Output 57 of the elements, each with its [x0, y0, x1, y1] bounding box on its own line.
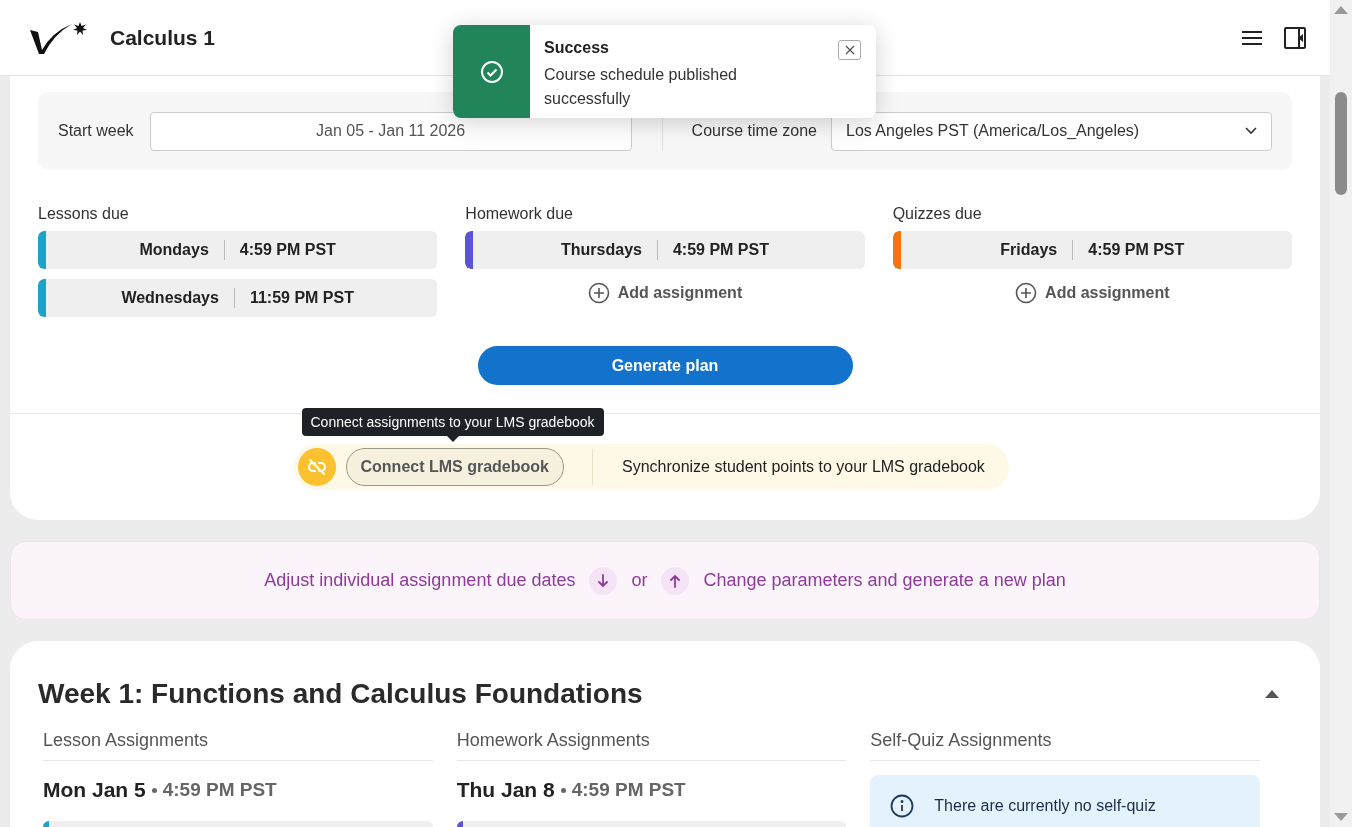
tooltip: Connect assignments to your LMS gradebook	[301, 408, 604, 442]
lms-description: Synchronize student points to your LMS gradebook	[621, 457, 985, 477]
caret-up-icon[interactable]	[1264, 689, 1280, 699]
start-week-label: Start week	[58, 121, 134, 141]
due-date: Thu Jan 8	[456, 777, 555, 804]
due-time: 4:59 PM PST	[571, 777, 686, 802]
due-slot[interactable]: Fridays 4:59 PM PST	[892, 231, 1292, 269]
add-assignment-button[interactable]: Add assignment	[1015, 279, 1170, 307]
due-day: Thursdays	[561, 238, 642, 262]
column-heading: Lesson Assignments	[43, 727, 433, 761]
course-title: Calculus 1	[110, 24, 216, 51]
due-time: 4:59 PM PST	[162, 777, 277, 802]
chevron-down-icon	[1245, 127, 1257, 135]
due-column-label: Lessons due	[38, 204, 130, 223]
due-day: Mondays	[139, 238, 209, 262]
toast-message: Course schedule published successfully	[544, 65, 738, 109]
scroll-up-icon[interactable]	[1334, 6, 1348, 14]
check-circle-icon	[479, 59, 504, 84]
week-title: Week 1: Functions and Calculus Foundations	[38, 677, 643, 711]
due-day: Wednesdays	[121, 286, 219, 310]
dot-separator	[151, 787, 157, 793]
plus-circle-icon	[1015, 282, 1038, 304]
generate-plan-button[interactable]: Generate plan	[477, 346, 853, 385]
time-zone-select[interactable]: Los Angeles PST (America/Los_Angeles)	[831, 111, 1272, 151]
time-zone-label: Course time zone	[691, 121, 817, 141]
connect-lms-button[interactable]: Connect LMS gradebook	[345, 448, 564, 486]
banner-text: or	[631, 569, 648, 592]
column-heading: Homework Assignments	[456, 727, 847, 761]
arrow-up-icon	[661, 566, 690, 595]
plus-circle-icon	[587, 282, 610, 304]
column-heading: Self-Quiz Assignments	[870, 727, 1260, 761]
banner-text: Change parameters and generate a new plan	[703, 569, 1066, 592]
close-button[interactable]	[838, 40, 861, 60]
info-icon	[890, 794, 915, 818]
due-time: 4:59 PM PST	[239, 240, 336, 260]
dot-separator	[560, 787, 566, 793]
sidebar-toggle-icon[interactable]	[1284, 26, 1306, 49]
banner-text: Adjust individual assignment due dates	[264, 569, 576, 592]
scroll-down-icon[interactable]	[1334, 813, 1348, 821]
due-date: Mon Jan 5	[43, 777, 146, 804]
due-slot[interactable]: Mondays 4:59 PM PST	[38, 231, 438, 269]
start-week-field[interactable]: Jan 05 - Jan 11 2026	[149, 111, 632, 151]
add-assignment-button[interactable]: Add assignment	[587, 279, 743, 307]
due-column-label: Homework due	[465, 204, 574, 223]
due-day: Fridays	[1000, 238, 1058, 262]
toast-title: Success	[544, 38, 610, 58]
due-slot[interactable]: Wednesdays 11:59 PM PST	[38, 279, 438, 317]
due-time: 4:59 PM PST	[672, 240, 769, 260]
due-time: 11:59 PM PST	[249, 288, 354, 308]
arrow-down-icon	[589, 566, 618, 595]
close-icon	[844, 45, 855, 55]
scroll-thumb[interactable]	[1335, 92, 1347, 195]
due-slot[interactable]: Thursdays 4:59 PM PST	[465, 231, 865, 269]
unlink-icon	[297, 448, 336, 486]
notice-text: There are currently no self-quiz	[934, 796, 1156, 816]
due-time: 4:59 PM PST	[1088, 240, 1185, 260]
due-column-label: Quizzes due	[892, 204, 983, 223]
